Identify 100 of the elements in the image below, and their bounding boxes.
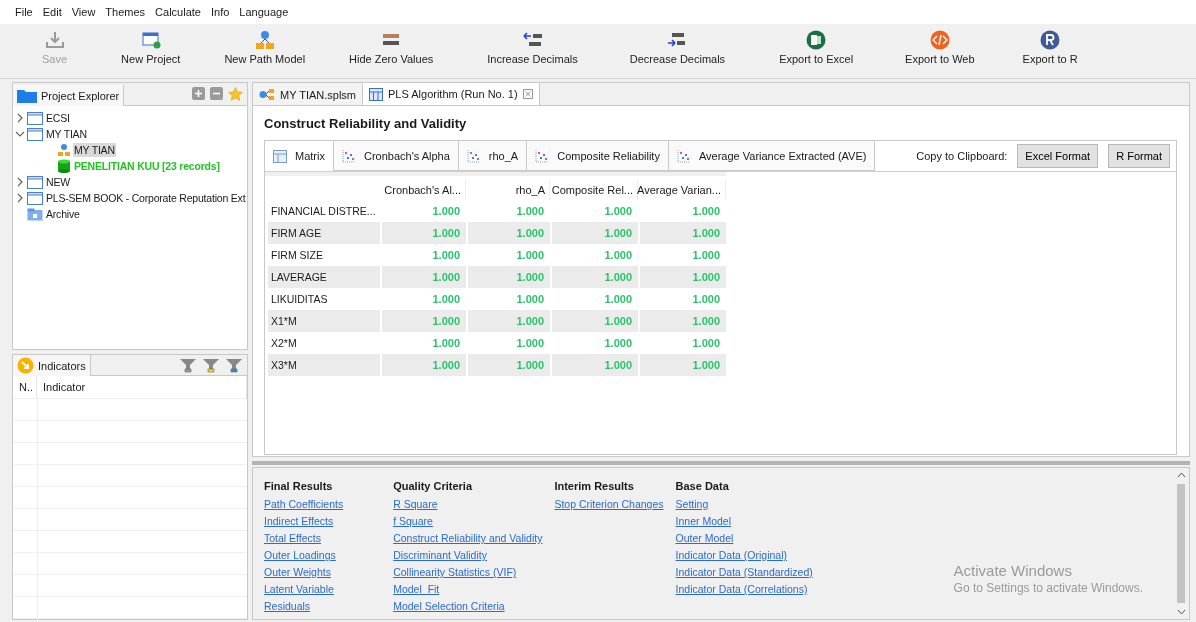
copy-format-button[interactable]: R Format <box>1108 144 1170 168</box>
toolbar-button[interactable]: Export to Excel <box>767 24 866 65</box>
collapse-all-icon[interactable] <box>210 87 223 100</box>
tree-item[interactable]: NEW <box>45 175 71 189</box>
table-cell: 1.000 <box>468 266 550 288</box>
folder-icon <box>17 88 37 103</box>
result-link[interactable]: Outer Model <box>675 532 813 544</box>
chart-icon <box>535 148 550 163</box>
result-tab[interactable]: Composite Reliability <box>527 141 669 171</box>
database-icon <box>57 159 71 173</box>
scroll-up-icon[interactable] <box>1176 472 1186 478</box>
path-model-icon <box>57 143 71 157</box>
table-cell: 1.000 <box>640 310 726 332</box>
tree-item[interactable]: PLS-SEM BOOK - Corporate Reputation Ext <box>45 191 247 205</box>
close-icon[interactable] <box>522 89 533 99</box>
result-link[interactable]: Outer Weights <box>264 566 344 578</box>
panel-tab[interactable]: Indicators <box>13 355 91 376</box>
result-link[interactable]: Discriminant Validity <box>393 549 543 561</box>
toolbar-button[interactable]: Decrease Decimals <box>617 24 738 65</box>
result-link[interactable]: Inner Model <box>675 515 813 527</box>
result-link[interactable]: Construct Reliability and Validity <box>393 532 543 544</box>
row-header: LAVERAGE <box>268 266 380 288</box>
result-link[interactable]: Indirect Effects <box>264 515 344 527</box>
table-cell: 1.000 <box>640 266 726 288</box>
tree-item[interactable]: MY TIAN <box>73 143 116 157</box>
result-link[interactable]: Indicator Data (Original) <box>675 549 813 561</box>
toolbar-button[interactable]: Increase Decimals <box>475 24 590 65</box>
project-icon <box>27 127 43 141</box>
result-link[interactable]: Model Selection Criteria <box>393 600 543 612</box>
download-icon <box>43 30 66 50</box>
result-link[interactable]: Outer Loadings <box>264 549 344 561</box>
result-tab[interactable]: Cronbach's Alpha <box>333 141 459 171</box>
toolbar-button[interactable]: Hide Zero Values <box>337 24 446 65</box>
result-link[interactable]: Total Effects <box>264 532 344 544</box>
table-cell: 1.000 <box>552 310 638 332</box>
result-tab[interactable]: Average Variance Extracted (AVE) <box>668 141 876 171</box>
panel-title: Indicators <box>38 359 86 372</box>
chart-icon <box>676 148 691 163</box>
column-header[interactable]: N.. <box>13 376 37 398</box>
toolbar-button[interactable]: Export to Web <box>893 24 987 65</box>
copy-format-button[interactable]: Excel Format <box>1017 144 1099 168</box>
result-link[interactable]: Indicator Data (Standardized) <box>675 566 813 578</box>
menu-item[interactable]: Calculate <box>150 6 206 18</box>
filter-icon[interactable] <box>179 357 197 373</box>
filter-icon[interactable] <box>225 357 243 373</box>
result-link[interactable]: Latent Variable <box>264 583 344 595</box>
row-header: FIRM AGE <box>268 222 380 244</box>
expand-icon[interactable] <box>15 177 25 187</box>
menu-item[interactable]: Themes <box>100 6 151 18</box>
column-header[interactable]: Indicator <box>37 376 247 398</box>
path-model-icon <box>253 30 276 50</box>
activation-message: Go to Settings to activate Windows. <box>953 581 1143 595</box>
menu-item[interactable]: File <box>10 6 38 18</box>
menu-item[interactable]: View <box>66 6 101 18</box>
section-heading: Interim Results <box>554 480 635 492</box>
result-link[interactable]: Indicator Data (Correlations) <box>675 583 813 595</box>
expand-icon[interactable] <box>15 113 25 123</box>
table-cell: 1.000 <box>382 354 466 376</box>
project-icon <box>27 191 43 205</box>
result-link[interactable]: Model_Fit <box>393 583 543 595</box>
result-link[interactable]: f Square <box>393 515 543 527</box>
path-model-icon <box>259 88 275 101</box>
result-link[interactable]: Path Coefficients <box>264 498 344 510</box>
filter-icon[interactable] <box>202 357 220 373</box>
result-link[interactable]: Residuals <box>264 600 344 612</box>
result-link[interactable]: Stop Criterion Changes <box>554 498 664 510</box>
tree-item[interactable]: Archive <box>45 207 81 221</box>
tree-item[interactable]: ECSI <box>45 111 71 125</box>
table-cell: 1.000 <box>640 354 726 376</box>
panel-tab[interactable]: Project Explorer <box>13 85 125 106</box>
expand-icon[interactable] <box>15 193 25 203</box>
chart-icon <box>466 148 481 163</box>
result-link[interactable]: R Square <box>393 498 543 510</box>
row-header: X3*M <box>268 354 380 376</box>
tree-item[interactable]: MY TIAN <box>45 127 88 141</box>
toolbar-button[interactable]: Export to R <box>1010 24 1090 65</box>
arrow-circle-icon <box>17 357 34 374</box>
toolbar-button[interactable]: New Path Model <box>212 24 318 65</box>
menu-item[interactable]: Edit <box>37 6 67 18</box>
result-link[interactable]: Setting <box>675 498 813 510</box>
editor-tab[interactable]: PLS Algorithm (Run No. 1) <box>363 83 540 105</box>
toolbar-button[interactable]: New Project <box>109 24 193 65</box>
panel-title: Project Explorer <box>41 89 120 102</box>
row-header: X1*M <box>268 310 380 332</box>
menu-item[interactable]: Info <box>205 6 235 18</box>
scroll-down-icon[interactable] <box>1176 609 1186 615</box>
table-cell: 1.000 <box>468 310 550 332</box>
chart-icon <box>341 148 356 163</box>
expand-all-icon[interactable] <box>192 87 205 100</box>
code-icon <box>928 30 951 50</box>
section-heading: Final Results <box>264 480 334 492</box>
result-tab[interactable]: rho_A <box>458 141 528 171</box>
menu-item[interactable]: Language <box>234 6 294 18</box>
table-cell: 1.000 <box>552 222 638 244</box>
table-icon <box>369 87 383 101</box>
table-cell: 1.000 <box>382 266 466 288</box>
collapse-icon[interactable] <box>15 129 25 139</box>
section-heading: Base Data <box>675 480 730 492</box>
star-icon[interactable] <box>228 87 243 101</box>
result-link[interactable]: Collinearity Statistics (VIF) <box>393 566 543 578</box>
